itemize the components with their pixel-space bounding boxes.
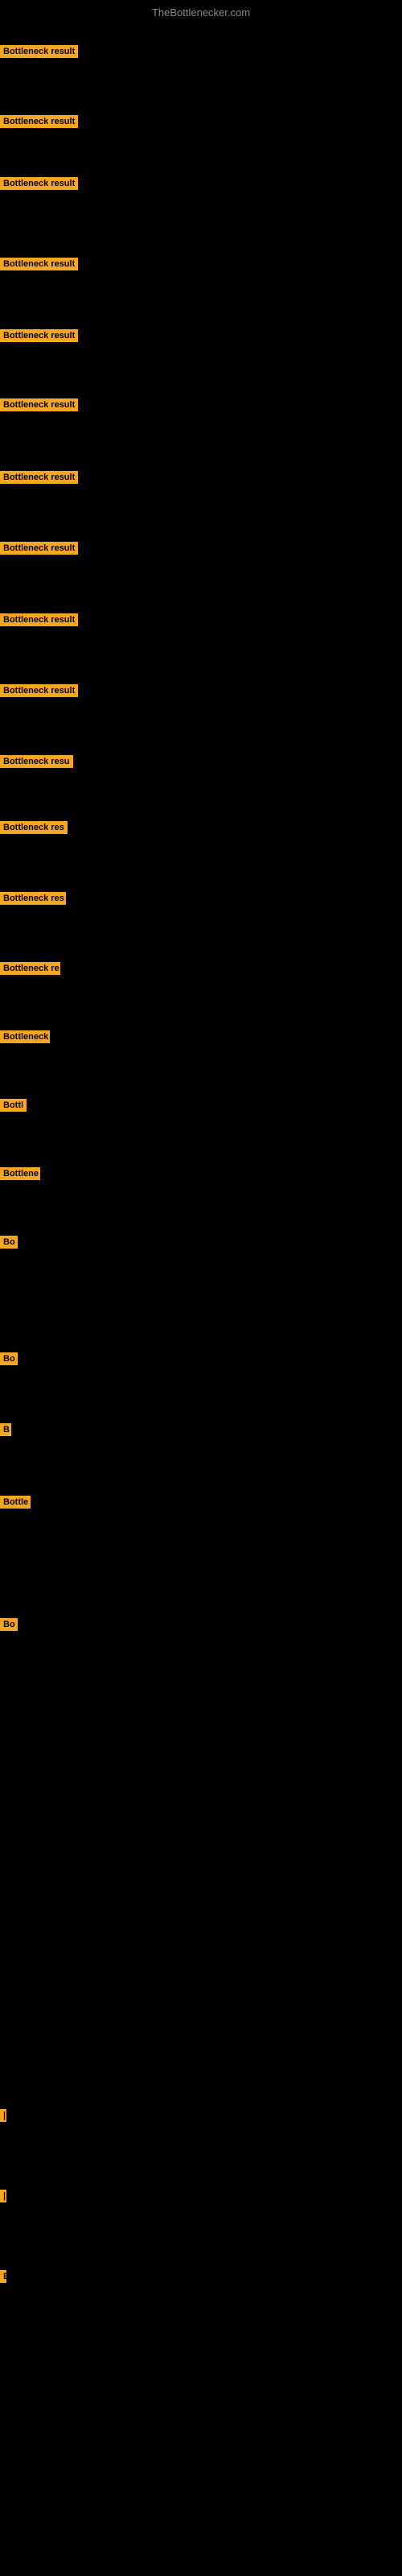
badge-17: Bottlene	[0, 1167, 40, 1180]
badge-small-1: |	[0, 2109, 6, 2122]
badge-small-2: |	[0, 2190, 6, 2202]
badge-7: Bottleneck result	[0, 471, 78, 484]
badge-6: Bottleneck result	[0, 398, 78, 411]
badge-small-3: E	[0, 2270, 6, 2283]
badge-22: Bo	[0, 1618, 18, 1631]
badge-9: Bottleneck result	[0, 613, 78, 626]
badge-21: Bottle	[0, 1496, 31, 1509]
badge-8: Bottleneck result	[0, 542, 78, 555]
badge-11: Bottleneck resu	[0, 755, 73, 768]
badge-19: Bo	[0, 1352, 18, 1365]
badge-18: Bo	[0, 1236, 18, 1249]
badge-4: Bottleneck result	[0, 258, 78, 270]
badge-2: Bottleneck result	[0, 115, 78, 128]
badge-1: Bottleneck result	[0, 45, 78, 58]
badge-10: Bottleneck result	[0, 684, 78, 697]
badge-5: Bottleneck result	[0, 329, 78, 342]
badge-12: Bottleneck res	[0, 821, 68, 834]
site-title: TheBottlenecker.com	[0, 6, 402, 19]
badge-3: Bottleneck result	[0, 177, 78, 190]
badge-14: Bottleneck re	[0, 962, 60, 975]
badge-20: B	[0, 1423, 11, 1436]
badge-16: Bottl	[0, 1099, 27, 1112]
badge-13: Bottleneck res	[0, 892, 66, 905]
badge-15: Bottleneck	[0, 1030, 50, 1043]
